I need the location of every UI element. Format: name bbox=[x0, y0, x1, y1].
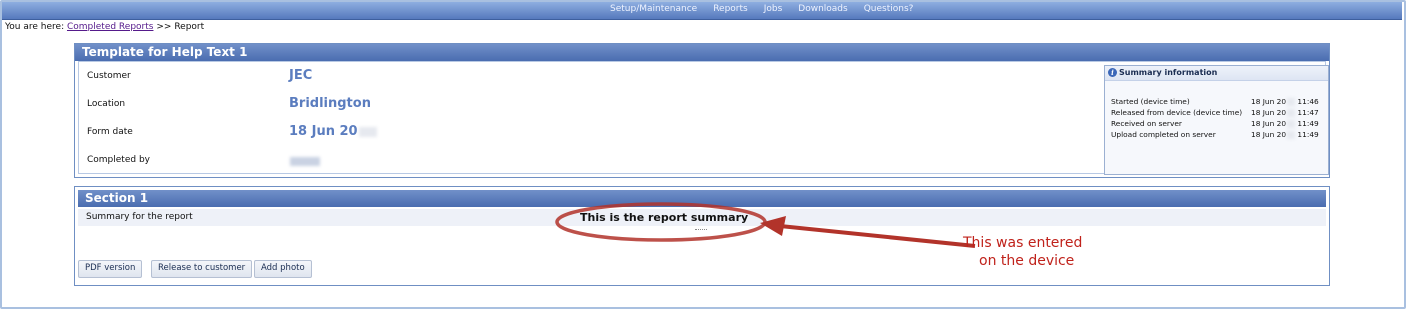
summary-row-date: 18 Jun 20 bbox=[1251, 119, 1287, 128]
summary-row-value: 18 Jun 20 11:49 bbox=[1251, 118, 1325, 129]
release-to-customer-button[interactable]: Release to customer bbox=[151, 260, 253, 278]
summary-row: Released from device (device time) 18 Ju… bbox=[1111, 107, 1325, 118]
location-label: Location bbox=[87, 99, 126, 109]
summary-row-date: 18 Jun 20 bbox=[1251, 97, 1287, 106]
completed-by-label: Completed by bbox=[87, 155, 150, 165]
nav-downloads[interactable]: Downloads bbox=[798, 4, 847, 14]
breadcrumb: You are here: Completed Reports >> Repor… bbox=[5, 22, 204, 32]
form-date-text: 18 Jun 20 bbox=[289, 124, 358, 139]
top-menu: Setup/Maintenance Reports Jobs Downloads… bbox=[610, 4, 913, 14]
nav-jobs[interactable]: Jobs bbox=[764, 4, 783, 14]
summary-information-title: Summary information bbox=[1119, 68, 1218, 77]
form-date-value: 18 Jun 20 bbox=[289, 124, 377, 139]
summary-row-value: 18 Jun 20 11:46 bbox=[1251, 96, 1325, 107]
annotation-line-1: This was entered bbox=[963, 235, 1083, 251]
location-value: Bridlington bbox=[289, 96, 371, 111]
summary-row-label: Upload completed on server bbox=[1111, 130, 1216, 139]
summary-row-time: 11:46 bbox=[1297, 97, 1319, 106]
breadcrumb-link-completed-reports[interactable]: Completed Reports bbox=[67, 22, 153, 32]
divider bbox=[695, 229, 707, 232]
summary-information-rows: Started (device time) 18 Jun 20 11:46 Re… bbox=[1111, 96, 1325, 140]
redacted-year bbox=[1287, 98, 1296, 106]
summary-row-value: 18 Jun 20 11:47 bbox=[1251, 107, 1325, 118]
summary-row-date: 18 Jun 20 bbox=[1251, 108, 1287, 117]
annotation-line-2: on the device bbox=[979, 253, 1075, 269]
customer-value: JEC bbox=[289, 68, 313, 83]
top-navigation-bar: Setup/Maintenance Reports Jobs Downloads… bbox=[2, 2, 1402, 20]
summary-row-label: Released from device (device time) bbox=[1111, 108, 1243, 117]
nav-setup-maintenance[interactable]: Setup/Maintenance bbox=[610, 4, 697, 14]
add-photo-button[interactable]: Add photo bbox=[254, 260, 312, 278]
report-summary-row: Summary for the report This is the repor… bbox=[78, 209, 1326, 226]
summary-row-time: 11:49 bbox=[1297, 119, 1319, 128]
template-panel: Template for Help Text 1 Customer JEC Lo… bbox=[74, 43, 1330, 178]
completed-by-value bbox=[289, 154, 320, 169]
template-title: Template for Help Text 1 bbox=[75, 44, 1329, 61]
section-panel: Section 1 Summary for the report This is… bbox=[74, 186, 1330, 286]
redacted-year bbox=[1287, 109, 1296, 117]
form-date-label: Form date bbox=[87, 127, 133, 137]
info-icon: i bbox=[1108, 68, 1117, 77]
summary-row-label: Started (device time) bbox=[1111, 97, 1190, 106]
summary-row-time: 11:47 bbox=[1297, 108, 1319, 117]
redacted-year bbox=[358, 126, 377, 137]
redacted-user bbox=[290, 157, 320, 166]
breadcrumb-prefix: You are here: bbox=[5, 22, 65, 32]
breadcrumb-separator: >> bbox=[156, 22, 172, 32]
template-details: Customer JEC Location Bridlington Form d… bbox=[78, 61, 1329, 175]
report-summary-label: Summary for the report bbox=[86, 212, 193, 222]
redacted-year bbox=[1287, 131, 1296, 139]
summary-row: Received on server 18 Jun 20 11:49 bbox=[1111, 118, 1325, 129]
summary-information-header: i Summary information bbox=[1105, 66, 1328, 81]
summary-row-label: Received on server bbox=[1111, 119, 1182, 128]
summary-row: Started (device time) 18 Jun 20 11:46 bbox=[1111, 96, 1325, 107]
section-header-wrap: Section 1 bbox=[78, 190, 1326, 207]
section-title: Section 1 bbox=[78, 190, 1326, 207]
nav-reports[interactable]: Reports bbox=[713, 4, 748, 14]
nav-questions[interactable]: Questions? bbox=[864, 4, 914, 14]
breadcrumb-current: Report bbox=[174, 22, 205, 32]
report-summary-value: This is the report summary bbox=[580, 211, 749, 224]
summary-row-value: 18 Jun 20 11:49 bbox=[1251, 129, 1325, 140]
customer-label: Customer bbox=[87, 71, 131, 81]
redacted-year bbox=[1287, 120, 1296, 128]
summary-row: Upload completed on server 18 Jun 20 11:… bbox=[1111, 129, 1325, 140]
pdf-version-button[interactable]: PDF version bbox=[78, 260, 143, 278]
summary-row-time: 11:49 bbox=[1297, 130, 1319, 139]
summary-information-box: i Summary information Started (device tim… bbox=[1104, 65, 1329, 175]
annotation-note: This was entered on the device bbox=[963, 234, 1103, 270]
summary-row-date: 18 Jun 20 bbox=[1251, 130, 1287, 139]
